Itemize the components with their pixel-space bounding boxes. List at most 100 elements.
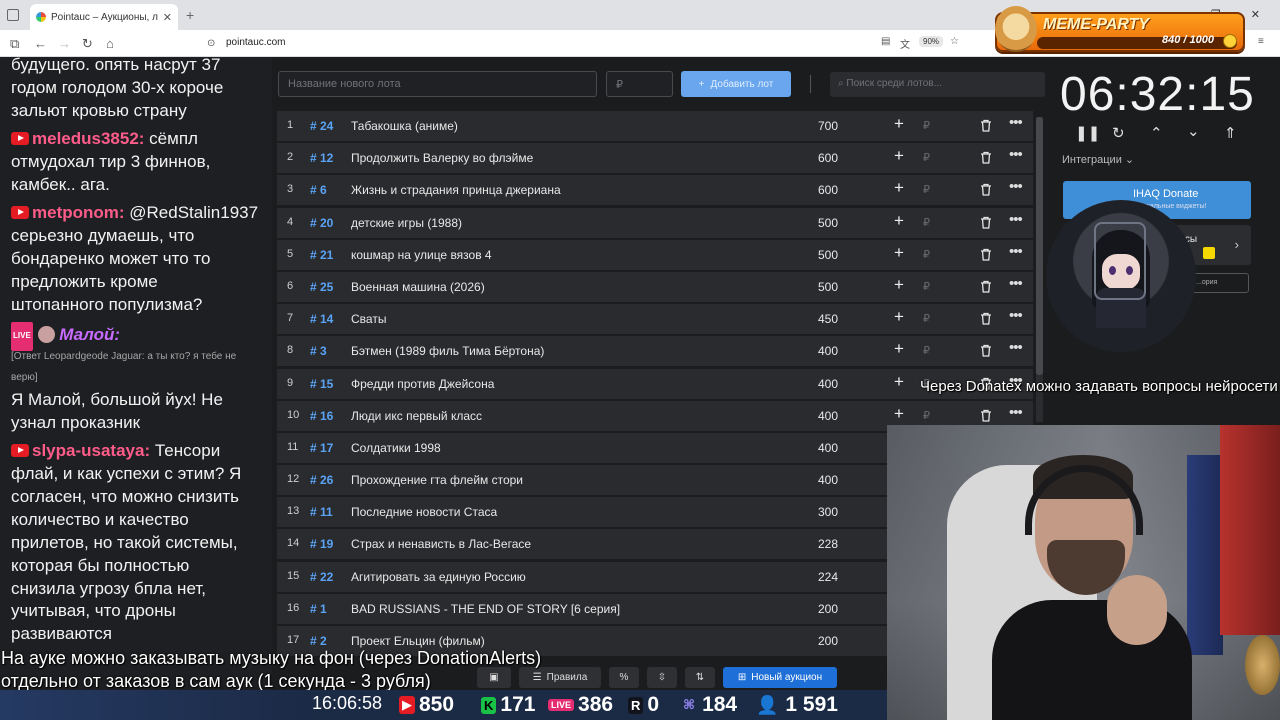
lot-amount[interactable]: 400 bbox=[818, 377, 838, 391]
lot-amount[interactable]: 200 bbox=[818, 634, 838, 648]
lot-name[interactable]: Солдатики 1998 bbox=[351, 441, 441, 455]
lot-amount[interactable]: 400 bbox=[818, 344, 838, 358]
more-options-icon[interactable]: ••• bbox=[1009, 307, 1023, 324]
lot-amount[interactable]: 224 bbox=[818, 570, 838, 584]
integrations-dropdown[interactable]: Интеграции ⌄ bbox=[1062, 153, 1134, 166]
lot-name[interactable]: кошмар на улице вязов 4 bbox=[351, 248, 492, 262]
site-info-icon[interactable]: ⊙ bbox=[207, 38, 215, 49]
percent-button[interactable]: % bbox=[609, 667, 639, 688]
lot-row[interactable]: 7 # 14 Сваты 450 + ₽ ••• bbox=[277, 304, 1033, 334]
sort-icon[interactable]: ⇅ bbox=[685, 667, 715, 688]
lot-name[interactable]: детские игры (1988) bbox=[351, 216, 462, 230]
new-lot-name-input[interactable]: Название нового лота bbox=[278, 71, 597, 97]
lot-row[interactable]: 5 # 21 кошмар на улице вязов 4 500 + ₽ ••• bbox=[277, 240, 1033, 270]
lot-search-input[interactable]: ⌕ Поиск среди лотов... bbox=[830, 72, 1045, 97]
rules-button[interactable]: ☰ Правила bbox=[519, 667, 601, 688]
menu-icon[interactable]: ≡ bbox=[1258, 36, 1264, 47]
lot-amount[interactable]: 400 bbox=[818, 409, 838, 423]
lot-row[interactable]: 2 # 12 Продолжить Валерку во флэйме 600 + ₽ ••… bbox=[277, 143, 1033, 173]
chevron-down-icon[interactable]: ⌄ bbox=[1187, 122, 1200, 140]
add-amount-icon[interactable]: + bbox=[894, 146, 904, 166]
lot-name[interactable]: Агитировать за единую Россию bbox=[351, 570, 526, 584]
lot-name[interactable]: Люди икс первый класс bbox=[351, 409, 482, 423]
zoom-level[interactable]: 90% bbox=[919, 36, 944, 47]
lot-amount[interactable]: 500 bbox=[818, 216, 838, 230]
close-window-icon[interactable]: ✕ bbox=[1251, 8, 1260, 21]
lot-amount[interactable]: 400 bbox=[818, 441, 838, 455]
back-icon[interactable]: ← bbox=[34, 36, 47, 51]
lot-amount[interactable]: 600 bbox=[818, 151, 838, 165]
lot-amount[interactable]: 500 bbox=[818, 248, 838, 262]
save-icon[interactable]: ▣ bbox=[477, 667, 511, 688]
lot-name[interactable]: Последние новости Стаса bbox=[351, 505, 497, 519]
more-options-icon[interactable]: ••• bbox=[1009, 404, 1023, 421]
browser-tab[interactable]: Pointauc – Аукционы, лотереи ✕ bbox=[30, 4, 178, 30]
add-amount-icon[interactable]: + bbox=[894, 275, 904, 295]
delete-lot-icon[interactable] bbox=[980, 280, 992, 293]
lot-amount[interactable]: 700 bbox=[818, 119, 838, 133]
forward-icon[interactable]: → bbox=[58, 36, 71, 51]
lot-name[interactable]: Табакошка (аниме) bbox=[351, 119, 458, 133]
lot-name[interactable]: Страх и ненависть в Лас-Вегасе bbox=[351, 537, 531, 551]
lot-amount[interactable]: 300 bbox=[818, 505, 838, 519]
lot-amount[interactable]: 600 bbox=[818, 183, 838, 197]
new-lot-price-input[interactable]: ₽ bbox=[606, 71, 673, 97]
new-tab-icon[interactable]: + bbox=[186, 7, 194, 23]
delete-lot-icon[interactable] bbox=[980, 409, 992, 422]
reload-icon[interactable]: ↻ bbox=[82, 36, 93, 52]
lot-row[interactable]: 3 # 6 Жизнь и страдания принца джериана 600… bbox=[277, 175, 1033, 205]
add-lot-button[interactable]: + Добавить лот bbox=[681, 71, 791, 97]
add-amount-icon[interactable]: + bbox=[894, 307, 904, 327]
lot-row[interactable]: 6 # 25 Военная машина (2026) 500 + ₽ ••• bbox=[277, 272, 1033, 302]
double-chevron-up-icon[interactable]: ⇑ bbox=[1224, 124, 1237, 142]
reader-mode-icon[interactable]: ▤ bbox=[881, 36, 890, 47]
reset-timer-icon[interactable]: ↻ bbox=[1112, 124, 1125, 142]
sidebar-toggle-icon[interactable]: ⧉ bbox=[10, 36, 19, 52]
delete-lot-icon[interactable] bbox=[980, 183, 992, 196]
delete-lot-icon[interactable] bbox=[980, 151, 992, 164]
translate-icon[interactable]: 文 bbox=[900, 36, 910, 51]
more-options-icon[interactable]: ••• bbox=[1009, 339, 1023, 356]
bookmark-star-icon[interactable]: ☆ bbox=[950, 36, 959, 47]
chevron-up-icon[interactable]: ⌃ bbox=[1150, 124, 1163, 142]
add-amount-icon[interactable]: + bbox=[894, 178, 904, 198]
pause-icon[interactable]: ❚❚ bbox=[1075, 124, 1100, 142]
lot-name[interactable]: Жизнь и страдания принца джериана bbox=[351, 183, 561, 197]
lot-name[interactable]: Проект Ельцин (фильм) bbox=[351, 634, 485, 648]
add-amount-icon[interactable]: + bbox=[894, 372, 904, 392]
scrollbar-thumb[interactable] bbox=[1036, 117, 1043, 375]
add-amount-icon[interactable]: + bbox=[894, 114, 904, 134]
lot-row[interactable]: 8 # 3 Бэтмен (1989 филь Тима Бёртона) 400 + ₽… bbox=[277, 336, 1033, 366]
more-options-icon[interactable]: ••• bbox=[1009, 114, 1023, 131]
lot-amount[interactable]: 228 bbox=[818, 537, 838, 551]
lot-row[interactable]: 1 # 24 Табакошка (аниме) 700 + ₽ ••• bbox=[277, 111, 1033, 141]
more-options-icon[interactable]: ••• bbox=[1009, 275, 1023, 292]
lot-name[interactable]: Бэтмен (1989 филь Тима Бёртона) bbox=[351, 344, 544, 358]
delete-lot-icon[interactable] bbox=[980, 248, 992, 261]
lot-name[interactable]: Военная машина (2026) bbox=[351, 280, 485, 294]
lot-name[interactable]: Продолжить Валерку во флэйме bbox=[351, 151, 533, 165]
more-options-icon[interactable]: ••• bbox=[1009, 211, 1023, 228]
more-options-icon[interactable]: ••• bbox=[1009, 243, 1023, 260]
delete-lot-icon[interactable] bbox=[980, 344, 992, 357]
address-bar[interactable]: pointauc.com bbox=[226, 37, 285, 48]
delete-lot-icon[interactable] bbox=[980, 216, 992, 229]
tab-sidebar-icon[interactable] bbox=[7, 9, 19, 21]
split-icon[interactable]: ⇳ bbox=[647, 667, 677, 688]
add-amount-icon[interactable]: + bbox=[894, 243, 904, 263]
new-auction-button[interactable]: ⊞ Новый аукцион bbox=[723, 667, 837, 688]
more-options-icon[interactable]: ••• bbox=[1009, 146, 1023, 163]
lot-name[interactable]: Сваты bbox=[351, 312, 386, 326]
lot-amount[interactable]: 500 bbox=[818, 280, 838, 294]
lot-name[interactable]: BAD RUSSIANS - THE END OF STORY [6 серия… bbox=[351, 602, 620, 616]
add-amount-icon[interactable]: + bbox=[894, 211, 904, 231]
lot-amount[interactable]: 450 bbox=[818, 312, 838, 326]
lot-amount[interactable]: 200 bbox=[818, 602, 838, 616]
lot-row[interactable]: 4 # 20 детские игры (1988) 500 + ₽ ••• bbox=[277, 208, 1033, 238]
add-amount-icon[interactable]: + bbox=[894, 339, 904, 359]
more-options-icon[interactable]: ••• bbox=[1009, 178, 1023, 195]
home-icon[interactable]: ⌂ bbox=[106, 36, 114, 51]
add-amount-icon[interactable]: + bbox=[894, 404, 904, 424]
lot-amount[interactable]: 400 bbox=[818, 473, 838, 487]
delete-lot-icon[interactable] bbox=[980, 119, 992, 132]
